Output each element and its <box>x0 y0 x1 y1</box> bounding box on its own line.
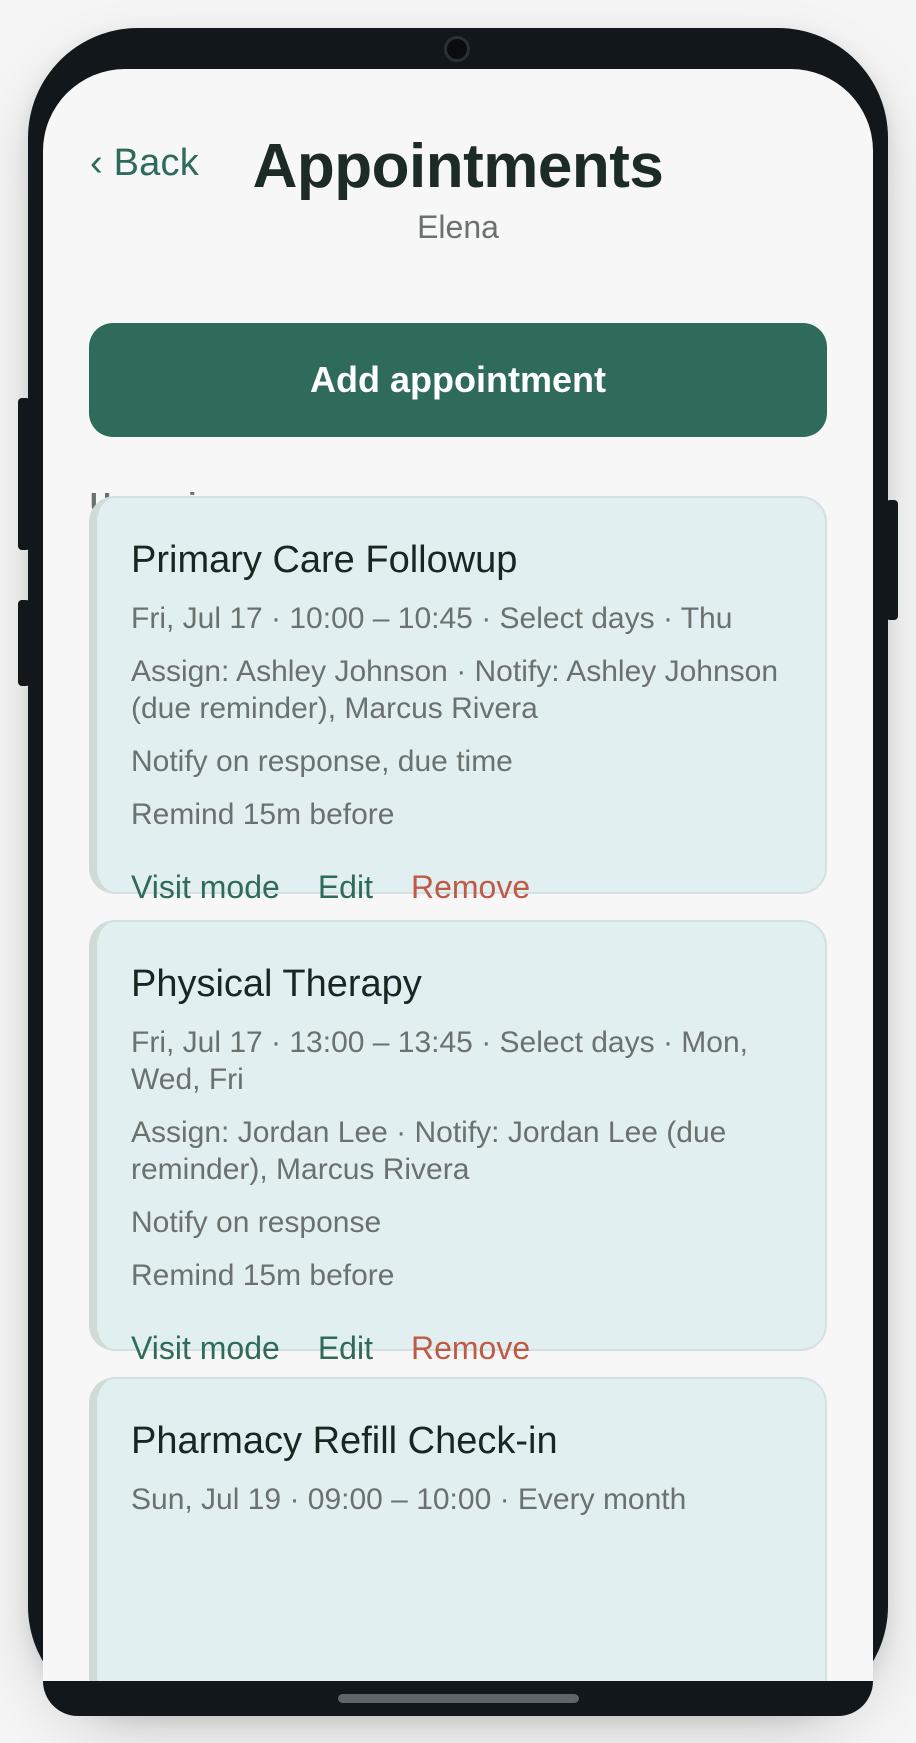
volume-down-button <box>18 600 30 686</box>
appointment-actions: Visit mode Edit Remove <box>131 869 791 906</box>
app-screen: ‹ Back Appointments Elena Add appointmen… <box>43 69 873 1681</box>
appointment-card: Physical Therapy Fri, Jul 17 · 13:00 – 1… <box>89 920 827 1366</box>
appointment-reminder: Remind 15m before <box>131 1259 395 1292</box>
appointment-notify: Notify on response <box>131 1206 382 1239</box>
front-camera <box>444 36 470 62</box>
page-subtitle: Elena <box>417 209 499 245</box>
appointment-title: Physical Therapy <box>131 963 422 1005</box>
appointment-title: Primary Care Followup <box>131 539 518 581</box>
appointment-notify: Notify on response, due time <box>131 745 513 778</box>
appointment-card: Pharmacy Refill Check-in Sun, Jul 19 · 0… <box>89 1377 827 1681</box>
appointment-title: Pharmacy Refill Check-in <box>131 1420 558 1462</box>
visit-mode-button[interactable]: Visit mode <box>131 869 280 906</box>
appointment-schedule: Fri, Jul 17 · 10:00 – 10:45 · Select day… <box>131 602 733 635</box>
appointment-schedule: Fri, Jul 17 · 13:00 – 13:45 · Select day… <box>131 1026 748 1096</box>
visit-mode-button[interactable]: Visit mode <box>131 1330 280 1367</box>
appointment-schedule: Sun, Jul 19 · 09:00 – 10:00 · Every mont… <box>131 1483 687 1516</box>
edit-button[interactable]: Edit <box>318 869 373 906</box>
add-appointment-button[interactable]: Add appointment <box>89 323 827 437</box>
appointment-assignees: Assign: Ashley Johnson · Notify: Ashley … <box>131 655 779 725</box>
appointment-card: Primary Care Followup Fri, Jul 17 · 10:0… <box>89 496 827 905</box>
appointment-actions: Visit mode Edit Remove <box>131 1330 791 1367</box>
appointment-assignees: Assign: Jordan Lee · Notify: Jordan Lee … <box>131 1116 727 1186</box>
page-title: Appointments <box>252 132 664 201</box>
remove-button[interactable]: Remove <box>411 1330 530 1367</box>
edit-button[interactable]: Edit <box>318 1330 373 1367</box>
remove-button[interactable]: Remove <box>411 869 530 906</box>
power-button <box>886 500 898 620</box>
appointment-reminder: Remind 15m before <box>131 798 395 831</box>
home-indicator[interactable] <box>338 1694 579 1703</box>
volume-up-button <box>18 398 30 550</box>
